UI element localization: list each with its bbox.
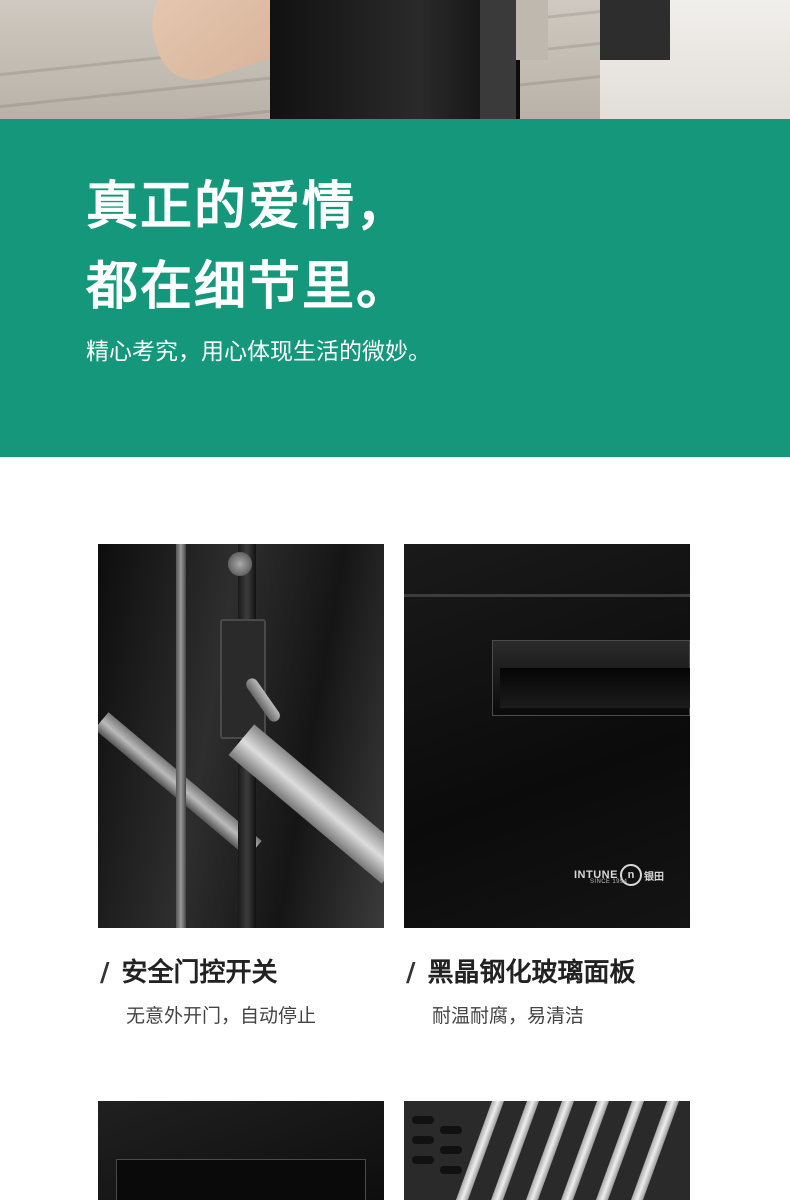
- frame-rail: [176, 544, 186, 928]
- door-switch-photo: [98, 544, 384, 928]
- latch-plate: [220, 619, 266, 739]
- feature-subtitle-1: 无意外开门，自动停止: [126, 1005, 317, 1027]
- cabinet-edge: [480, 0, 516, 119]
- feature-title-text: 安全门控开关: [121, 958, 278, 988]
- rack-hole: [440, 1146, 462, 1154]
- glass-panel-photo: INTUNE n 银田 SINCE 1994: [404, 544, 690, 928]
- brand-chinese: 银田: [643, 871, 664, 883]
- banner-subline: 精心考究，用心体现生活的微妙。: [86, 339, 431, 365]
- headline-line-1: 真正的爱情，: [86, 177, 411, 237]
- rack-hole: [440, 1126, 462, 1134]
- kitchen-counter: [600, 0, 670, 60]
- rack-hole: [440, 1166, 462, 1174]
- handle-glass: [500, 668, 690, 708]
- feature-title-1: / 安全门控开关: [100, 957, 278, 989]
- headline-line-2: 都在细节里。: [86, 257, 411, 317]
- slash-icon: /: [100, 958, 110, 988]
- green-banner: 真正的爱情， 都在细节里。 精心考究，用心体现生活的微妙。: [0, 119, 790, 457]
- rack-hole: [412, 1136, 434, 1144]
- rack-photo: [404, 1101, 690, 1200]
- slash-icon: /: [406, 958, 416, 988]
- rack-hole: [412, 1116, 434, 1124]
- feature-title-text: 黑晶钢化玻璃面板: [427, 958, 636, 988]
- hero-photo: [0, 0, 790, 119]
- brand-since: SINCE 1994: [590, 879, 628, 885]
- door-slot: [116, 1159, 366, 1200]
- door-photo: [98, 1101, 384, 1200]
- panel-seam: [404, 594, 690, 597]
- feature-subtitle-2: 耐温耐腐，易清洁: [432, 1005, 585, 1027]
- rack-hole: [412, 1156, 434, 1164]
- screw-icon: [228, 552, 252, 576]
- feature-title-2: / 黑晶钢化玻璃面板: [406, 957, 636, 989]
